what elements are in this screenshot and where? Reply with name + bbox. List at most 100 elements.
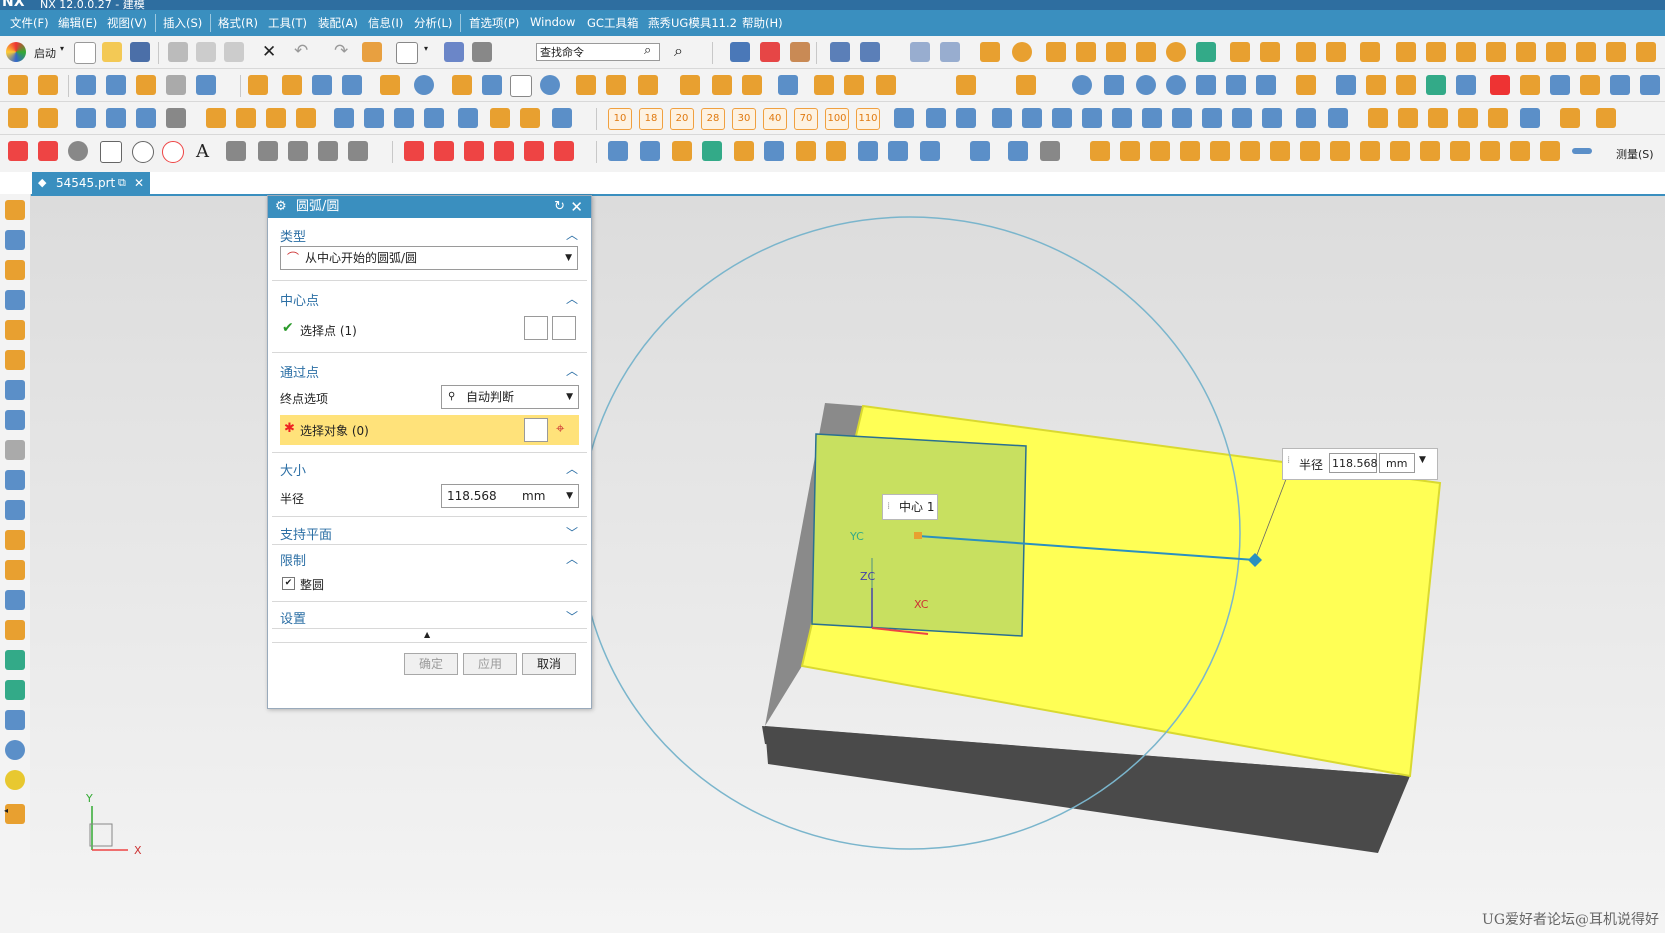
layer-icon[interactable] (1226, 75, 1246, 95)
size-button-18[interactable]: 18 (639, 108, 663, 130)
palette-icon[interactable] (5, 560, 25, 580)
measure-label[interactable]: 测量(S) (1616, 146, 1654, 162)
menu-help[interactable]: 帮助(H) (742, 15, 783, 31)
sheet-icon[interactable] (970, 141, 990, 161)
profile-7-icon[interactable] (1082, 108, 1102, 128)
radius-onscreen-field[interactable]: 118.568 (1329, 453, 1378, 473)
sphere-icon[interactable] (552, 108, 572, 128)
mold-ops-icon[interactable] (956, 75, 976, 95)
bridge-curve-icon[interactable] (318, 141, 338, 161)
trim-icon[interactable] (404, 141, 424, 161)
menu-tools[interactable]: 工具(T) (268, 15, 307, 31)
fillet-curve-icon[interactable] (266, 108, 286, 128)
profile-12-icon[interactable] (1232, 108, 1252, 128)
plate-hole-icon[interactable] (394, 108, 414, 128)
mold-tool-12-icon[interactable] (1420, 141, 1440, 161)
crosshair-icon[interactable]: ⌖ (556, 419, 564, 437)
system-materials-icon[interactable] (5, 410, 25, 430)
fit-view-icon[interactable] (760, 42, 780, 62)
table-icon[interactable] (334, 108, 354, 128)
type-section-header[interactable]: 类型 (280, 226, 306, 245)
settings-header[interactable]: 设置 (280, 608, 306, 627)
layout-icon[interactable] (1550, 75, 1570, 95)
chevron-down-icon[interactable]: ﹀ (565, 524, 579, 540)
layer-tool-icon[interactable] (5, 590, 25, 610)
mold-plate-icon[interactable] (1046, 42, 1066, 62)
profile-8-icon[interactable] (1112, 108, 1132, 128)
scale-icon[interactable] (136, 108, 156, 128)
profile-15-icon[interactable] (1328, 108, 1348, 128)
manufacturing-wizard-icon[interactable] (5, 470, 25, 490)
surface-8-icon[interactable] (826, 141, 846, 161)
helix-icon[interactable] (68, 141, 88, 161)
profile-icon[interactable] (894, 108, 914, 128)
size-button-10[interactable]: 10 (608, 108, 632, 130)
revolve-icon[interactable] (38, 75, 58, 95)
menu-preferences[interactable]: 首选项(P) (469, 15, 519, 31)
lifter-icon[interactable] (1260, 42, 1280, 62)
menu-window[interactable]: Window (530, 15, 575, 29)
command-search-input[interactable]: 查找命令 (536, 43, 660, 61)
selection-dropdown-icon[interactable]: ▾ (424, 44, 428, 53)
support-icon[interactable] (1516, 42, 1536, 62)
press-icon[interactable] (814, 75, 834, 95)
lock-view-icon[interactable] (1610, 75, 1630, 95)
redo-icon[interactable]: ↷ (334, 41, 348, 61)
mold-tool-15-icon[interactable] (1510, 141, 1530, 161)
process-studio-icon[interactable] (5, 440, 25, 460)
surface-5-icon[interactable] (734, 141, 754, 161)
text-tool-icon[interactable]: A (196, 141, 209, 162)
grid-icon[interactable] (910, 42, 930, 62)
component-4-icon[interactable] (1458, 108, 1478, 128)
constraint-navigator-icon[interactable] (5, 230, 25, 250)
unite-icon[interactable] (482, 75, 502, 95)
mold-tool-2-icon[interactable] (1120, 141, 1140, 161)
stack-icon[interactable] (778, 75, 798, 95)
polygon-icon[interactable] (100, 141, 122, 163)
plate-slot-icon[interactable] (424, 108, 444, 128)
menu-insert[interactable]: 插入(S) (163, 15, 202, 31)
find-icon[interactable]: ⌕ (674, 41, 683, 61)
type-select[interactable]: ⌒ 从中心开始的圆弧/圆 ▼ (280, 246, 578, 270)
profile-14-icon[interactable] (1296, 108, 1316, 128)
sweep-icon[interactable] (8, 108, 28, 128)
component-5-icon[interactable] (1488, 108, 1508, 128)
cut-icon[interactable] (168, 42, 188, 62)
box-icon[interactable] (1396, 75, 1416, 95)
mold-tool-6-icon[interactable] (1240, 141, 1260, 161)
dimension-icon[interactable] (1366, 75, 1386, 95)
assembly-navigator-icon[interactable] (5, 200, 25, 220)
point-dialog-button[interactable] (524, 418, 548, 442)
mold-base-icon[interactable] (1076, 42, 1096, 62)
shade-icon[interactable] (790, 42, 810, 62)
more-icon[interactable] (1640, 75, 1660, 95)
lock-icon[interactable] (1636, 42, 1656, 62)
start-label[interactable]: 启动 (34, 45, 56, 61)
mold-tool-4-icon[interactable] (1180, 141, 1200, 161)
save-icon[interactable] (130, 42, 150, 62)
mold-tool-10-icon[interactable] (1360, 141, 1380, 161)
window-icon[interactable] (362, 42, 382, 62)
boss-icon[interactable] (1012, 42, 1032, 62)
view-orient-icon[interactable] (830, 42, 850, 62)
ball-icon[interactable] (5, 770, 25, 790)
trim-body-icon[interactable] (248, 75, 268, 95)
menu-view[interactable]: 视图(V) (107, 15, 147, 31)
surface-4-icon[interactable] (702, 141, 722, 161)
chamfer-icon[interactable] (452, 75, 472, 95)
menu-format[interactable]: 格式(R) (218, 15, 258, 31)
slider-icon[interactable] (1230, 42, 1250, 62)
component-3-icon[interactable] (1428, 108, 1448, 128)
size-button-70[interactable]: 70 (794, 108, 818, 130)
surface-1-icon[interactable] (608, 141, 628, 161)
text-icon[interactable] (1296, 75, 1316, 95)
chevron-up-icon[interactable]: ︿ (565, 460, 579, 476)
full-circle-checkbox[interactable]: ✔ (282, 577, 295, 590)
insert-icon[interactable] (1296, 42, 1316, 62)
start-dropdown-icon[interactable]: ▾ (60, 44, 64, 53)
bulb-outline-icon[interactable] (1166, 75, 1186, 95)
new-file-icon[interactable] (74, 42, 96, 64)
replace-face-icon[interactable] (342, 75, 362, 95)
cube-red-icon[interactable] (1490, 75, 1510, 95)
pipe-icon[interactable] (5, 740, 25, 760)
